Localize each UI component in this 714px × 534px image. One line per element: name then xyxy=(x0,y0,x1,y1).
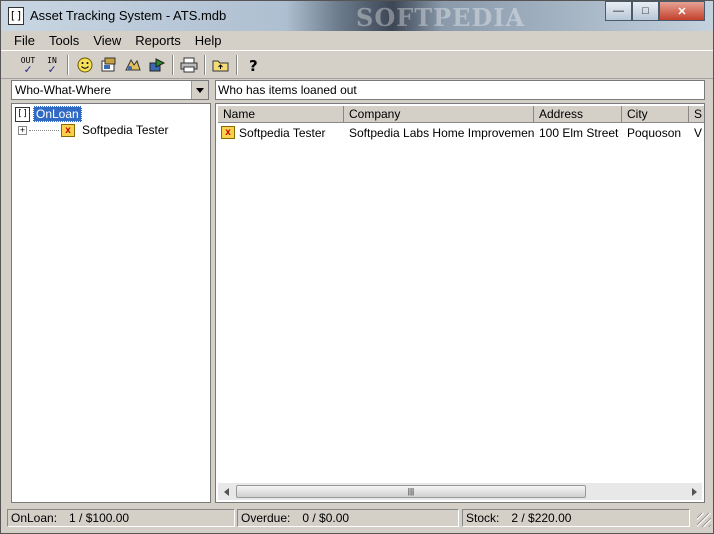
toolbar-separator xyxy=(236,55,238,75)
status-stock-label: Stock: xyxy=(466,511,500,525)
help-button[interactable]: ? xyxy=(242,54,264,76)
locations-button[interactable] xyxy=(122,54,144,76)
up-level-button[interactable] xyxy=(210,54,232,76)
transfer-icon xyxy=(149,58,166,72)
cell-name-text: Softpedia Tester xyxy=(239,125,326,140)
status-overdue-value: 0 / $0.00 xyxy=(302,511,350,525)
toolbar-separator xyxy=(204,55,206,75)
cell-city: Poquoson xyxy=(627,125,682,140)
svg-text:?: ? xyxy=(249,57,258,74)
column-header-company[interactable]: Company xyxy=(344,106,534,123)
status-onloan-label: OnLoan: xyxy=(11,511,58,525)
location-icon xyxy=(125,58,141,71)
menu-bar: File Tools View Reports Help xyxy=(1,31,713,51)
menu-tools[interactable]: Tools xyxy=(42,33,86,48)
items-icon xyxy=(101,57,116,72)
toolbar-separator xyxy=(67,55,69,75)
toolbar: OUT ✓ IN ✓ ? xyxy=(1,52,713,79)
scroll-thumb[interactable]: ||| xyxy=(236,485,586,498)
smiley-icon xyxy=(77,57,93,73)
cell-company: Softpedia Labs Home Improvements xyxy=(349,125,534,140)
status-bar: OnLoan: 1 / $100.00 Overdue: 0 / $0.00 S… xyxy=(1,507,713,529)
check-out-button[interactable]: OUT ✓ xyxy=(17,54,39,76)
tree-item-label[interactable]: Softpedia Tester xyxy=(82,123,169,137)
status-overdue: Overdue: 0 / $0.00 xyxy=(237,509,459,527)
menu-file[interactable]: File xyxy=(7,33,42,48)
tree-root[interactable]: [] OnLoan xyxy=(15,106,82,122)
watermark: SOFTPEDIA xyxy=(356,3,526,32)
transfer-button[interactable] xyxy=(146,54,168,76)
menu-view[interactable]: View xyxy=(86,33,128,48)
table-row[interactable]: x Softpedia Tester Softpedia Labs Home I… xyxy=(218,124,704,141)
status-stock-value: 2 / $220.00 xyxy=(511,511,572,525)
cell-state: V xyxy=(694,125,703,140)
column-header-address[interactable]: Address xyxy=(534,106,622,123)
printer-icon xyxy=(180,57,198,73)
check-icon: ✓ xyxy=(48,62,56,76)
tree-root-label[interactable]: OnLoan xyxy=(33,106,82,122)
help-icon: ? xyxy=(249,57,258,74)
window-title: Asset Tracking System - ATS.mdb xyxy=(30,8,227,23)
tree-item[interactable]: + x Softpedia Tester xyxy=(18,123,169,137)
expand-icon[interactable]: + xyxy=(18,125,27,135)
minimize-button[interactable]: — xyxy=(605,1,632,21)
cell-name: x Softpedia Tester xyxy=(218,126,344,140)
column-header-state[interactable]: S xyxy=(689,106,704,123)
print-button[interactable] xyxy=(178,54,200,76)
horizontal-scrollbar[interactable]: ||| xyxy=(218,483,702,500)
window-controls: — □ ✕ xyxy=(605,1,705,21)
maximize-button[interactable]: □ xyxy=(632,1,659,21)
list-caption: Who has items loaned out xyxy=(215,80,705,100)
toolbar-separator xyxy=(172,55,174,75)
close-button[interactable]: ✕ xyxy=(659,1,705,21)
status-onloan: OnLoan: 1 / $100.00 xyxy=(7,509,235,527)
view-select[interactable]: Who-What-Where xyxy=(11,80,209,100)
person-x-icon: x xyxy=(221,126,235,139)
clipboard-icon: [] xyxy=(15,106,30,122)
chevron-left-icon xyxy=(223,487,229,496)
chevron-down-icon xyxy=(196,87,204,93)
status-stock: Stock: 2 / $220.00 xyxy=(462,509,690,527)
dropdown-arrow[interactable] xyxy=(191,81,208,99)
app-window: [] Asset Tracking System - ATS.mdb SOFTP… xyxy=(0,0,714,534)
scroll-right-button[interactable] xyxy=(686,483,702,500)
category-tree[interactable]: [] OnLoan + x Softpedia Tester xyxy=(11,103,211,503)
column-header-name[interactable]: Name xyxy=(218,106,344,123)
menu-reports[interactable]: Reports xyxy=(128,33,188,48)
resize-grip[interactable] xyxy=(697,513,711,527)
chevron-right-icon xyxy=(691,487,697,496)
status-overdue-label: Overdue: xyxy=(241,511,291,525)
status-onloan-value: 1 / $100.00 xyxy=(69,511,130,525)
person-x-icon: x xyxy=(61,123,75,137)
menu-help[interactable]: Help xyxy=(188,33,229,48)
items-button[interactable] xyxy=(98,54,120,76)
tree-connector xyxy=(29,129,59,131)
loans-list[interactable]: Name Company Address City S x Softpedia … xyxy=(215,103,705,503)
people-button[interactable] xyxy=(74,54,96,76)
scroll-left-button[interactable] xyxy=(218,483,234,500)
title-bar[interactable]: [] Asset Tracking System - ATS.mdb SOFTP… xyxy=(1,1,713,32)
check-in-button[interactable]: IN ✓ xyxy=(41,54,63,76)
folder-up-icon xyxy=(212,60,229,72)
view-select-value: Who-What-Where xyxy=(15,83,112,97)
cell-address: 100 Elm Street xyxy=(539,125,619,140)
app-icon[interactable]: [] xyxy=(8,7,24,25)
column-header-city[interactable]: City xyxy=(622,106,689,123)
list-header: Name Company Address City S xyxy=(218,106,704,123)
check-icon: ✓ xyxy=(24,62,32,76)
